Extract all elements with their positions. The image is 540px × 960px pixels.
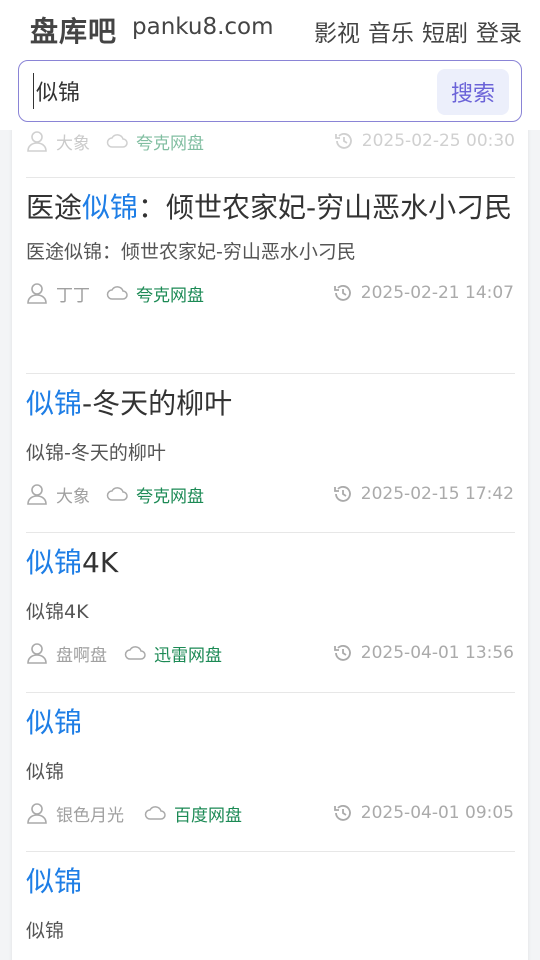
time-meta: 2025-04-01 13:56 [333,640,514,666]
nav-login[interactable]: 登录 [476,14,522,48]
upload-time: 2025-02-15 17:42 [360,484,514,504]
source-meta[interactable]: 百度网盘 [144,800,242,826]
cloud-icon [124,645,146,661]
user-meta: 大象 [26,128,90,154]
history-icon [333,643,353,663]
user-meta: 盘啊盘 [26,640,107,666]
user-icon [26,642,48,664]
source-meta[interactable]: 夸克网盘 [106,280,204,306]
divider [26,851,515,852]
site-logo[interactable]: 盘库吧 [30,10,117,50]
result-item[interactable]: 似锦 似锦 [26,864,514,944]
user-icon [26,802,48,824]
result-title[interactable]: 似锦 [26,864,514,900]
history-icon [333,803,353,823]
result-title[interactable]: 似锦-冬天的柳叶 [26,386,514,422]
user-icon [26,282,48,304]
user-meta: 丁丁 [26,280,90,306]
upload-time: 2025-04-01 13:56 [360,643,514,663]
nav-music[interactable]: 音乐 [368,14,414,48]
uploader-name: 盘啊盘 [56,645,107,666]
user-icon [26,483,48,505]
source-link[interactable]: 迅雷网盘 [154,641,222,666]
result-item[interactable]: 医途似锦：倾世农家妃-穷山恶水小刁民 医途似锦：倾世农家妃-穷山恶水小刁民 丁丁… [26,190,514,306]
cloud-icon [144,805,166,821]
upload-time: 2025-04-01 09:05 [360,803,514,823]
page: 大象 夸克网盘 2025-02-25 00:30 医途似锦：倾世农家妃-穷山恶水… [0,0,540,960]
source-meta[interactable]: 夸克网盘 [106,481,204,507]
result-desc: 似锦-冬天的柳叶 [26,442,166,464]
divider [26,177,515,178]
search-button[interactable]: 搜索 [437,69,509,115]
uploader-name: 大象 [56,486,90,507]
site-header: 盘库吧 panku8.com 影视 音乐 短剧 登录 搜索 [0,0,540,130]
result-desc: 似锦4K [26,601,89,623]
uploader-name: 银色月光 [56,805,124,826]
source-link[interactable]: 夸克网盘 [136,129,204,154]
user-meta: 大象 [26,481,90,507]
cloud-icon [106,285,128,301]
result-desc: 似锦 [26,761,65,783]
source-link[interactable]: 百度网盘 [174,801,242,826]
time-meta: 2025-04-01 09:05 [333,800,514,826]
user-meta: 银色月光 [26,800,124,826]
partial-result-meta: 大象 夸克网盘 2025-02-25 00:30 [26,128,515,158]
upload-time: 2025-02-21 14:07 [360,283,514,303]
result-desc: 医途似锦：倾世农家妃-穷山恶水小刁民 [26,241,356,263]
nav-movies[interactable]: 影视 [314,14,360,48]
time-meta: 2025-02-21 14:07 [333,280,514,306]
divider [26,532,515,533]
result-title[interactable]: 医途似锦：倾世农家妃-穷山恶水小刁民 [26,190,514,226]
site-domain: panku8.com [132,14,274,40]
uploader-name: 大象 [56,133,90,154]
divider [26,373,515,374]
source-meta[interactable]: 夸克网盘 [106,128,204,154]
history-icon [334,131,354,151]
divider [26,692,515,693]
search-input[interactable] [33,73,433,109]
time-meta: 2025-02-25 00:30 [334,128,515,154]
cloud-icon [106,486,128,502]
result-title[interactable]: 似锦 [26,705,514,741]
source-meta[interactable]: 迅雷网盘 [124,640,222,666]
user-icon [26,130,48,152]
uploader-name: 丁丁 [56,285,90,306]
result-title[interactable]: 似锦4K [26,545,514,581]
time-meta: 2025-02-15 17:42 [333,481,514,507]
result-desc: 似锦 [26,920,65,942]
cloud-icon [106,133,128,149]
top-nav: 影视 音乐 短剧 登录 [314,14,522,48]
history-icon [333,484,353,504]
results-card: 大象 夸克网盘 2025-02-25 00:30 医途似锦：倾世农家妃-穷山恶水… [12,108,528,960]
upload-time: 2025-02-25 00:30 [361,131,515,151]
nav-short-drama[interactable]: 短剧 [422,14,468,48]
history-icon [333,283,353,303]
result-item[interactable]: 似锦 似锦 银色月光 百度网盘 2025-04-01 09:05 [26,705,514,826]
search-box: 搜索 [18,60,522,122]
source-link[interactable]: 夸克网盘 [136,482,204,507]
result-item[interactable]: 似锦-冬天的柳叶 似锦-冬天的柳叶 大象 夸克网盘 2025-02-15 17:… [26,386,514,507]
result-item[interactable]: 似锦4K 似锦4K 盘啊盘 迅雷网盘 2025-04-01 13:56 [26,545,514,666]
source-link[interactable]: 夸克网盘 [136,281,204,306]
